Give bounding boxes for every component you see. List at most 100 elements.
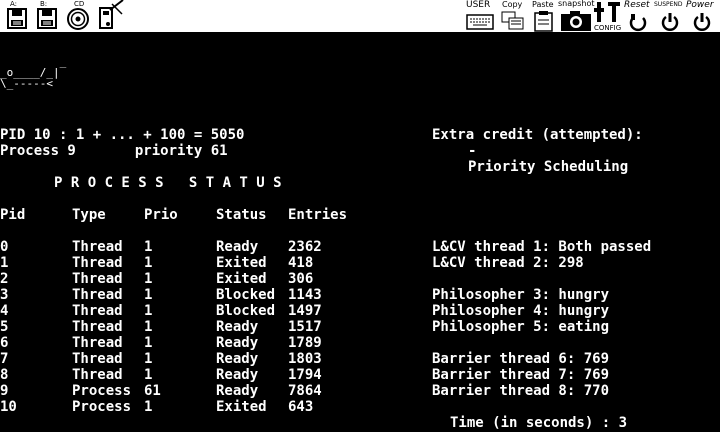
usb-icon bbox=[99, 0, 124, 29]
cell-pid: 7 bbox=[0, 351, 9, 367]
cell-status: Ready bbox=[216, 239, 259, 255]
cell-status: Blocked bbox=[216, 303, 276, 319]
reset-label: Reset bbox=[624, 0, 650, 10]
column-header-status: Status bbox=[216, 207, 267, 223]
cell-status: Ready bbox=[216, 351, 259, 367]
cell-entries: 7864 bbox=[288, 383, 322, 399]
cdrom-label: CD bbox=[74, 0, 85, 8]
ascii-logo-line-3: \_-----< bbox=[0, 77, 53, 90]
extra-credit-title: Extra credit (attempted): bbox=[432, 127, 643, 143]
cell-prio: 1 bbox=[144, 287, 153, 303]
reset-icon bbox=[629, 14, 647, 32]
cell-status: Ready bbox=[216, 383, 259, 399]
power-label: Power bbox=[686, 0, 714, 10]
priority-line: Process 9 priority 61 bbox=[0, 143, 228, 159]
power-icon bbox=[693, 13, 711, 31]
cell-prio: 1 bbox=[144, 271, 153, 287]
copy-label: Copy bbox=[502, 0, 523, 9]
thread-status-line: Barrier thread 6: 769 bbox=[432, 351, 610, 367]
thread-status-line: L&CV thread 2: 298 bbox=[432, 255, 584, 271]
user-label: USER bbox=[466, 0, 491, 10]
cell-status: Ready bbox=[216, 367, 259, 383]
cell-type: Thread bbox=[72, 239, 123, 255]
cell-type: Thread bbox=[72, 367, 123, 383]
column-header-type: Type bbox=[72, 207, 106, 223]
cell-prio: 1 bbox=[144, 335, 153, 351]
cell-type: Thread bbox=[72, 271, 123, 287]
cell-entries: 1794 bbox=[288, 367, 322, 383]
cdrom-icon bbox=[67, 8, 89, 30]
process-status-title: P R O C E S S S T A T U S bbox=[54, 175, 282, 191]
thread-status-line: Barrier thread 7: 769 bbox=[432, 367, 610, 383]
copy-button[interactable]: Copy bbox=[500, 0, 528, 32]
cell-pid: 3 bbox=[0, 287, 9, 303]
column-header-pid: Pid bbox=[0, 207, 26, 223]
thread-status-line: Philosopher 3: hungry bbox=[432, 287, 610, 303]
emulator-toolbar: A: B: CD USER Copy Paste snapshot CONFIG… bbox=[0, 0, 720, 32]
thread-status-line: L&CV thread 1: Both passed bbox=[432, 239, 652, 255]
cell-pid: 4 bbox=[0, 303, 9, 319]
cell-status: Ready bbox=[216, 319, 259, 335]
snapshot-button[interactable]: snapshot bbox=[558, 0, 595, 32]
cdrom-button[interactable]: CD bbox=[66, 0, 90, 30]
cell-pid: 2 bbox=[0, 271, 9, 287]
snapshot-label: snapshot bbox=[558, 0, 595, 8]
floppy-b-label: B: bbox=[40, 0, 48, 8]
cell-type: Thread bbox=[72, 335, 123, 351]
cell-entries: 643 bbox=[288, 399, 314, 415]
cell-pid: 6 bbox=[0, 335, 9, 351]
cell-prio: 1 bbox=[144, 303, 153, 319]
elapsed-time: Time (in seconds) : 3 bbox=[450, 415, 628, 431]
power-button[interactable]: Power bbox=[686, 0, 718, 32]
floppy-b-icon bbox=[37, 8, 57, 29]
user-button[interactable]: USER bbox=[466, 0, 496, 32]
floppy-a-button[interactable]: A: bbox=[6, 0, 28, 30]
cell-type: Thread bbox=[72, 319, 123, 335]
cell-prio: 1 bbox=[144, 399, 153, 415]
paste-button[interactable]: Paste bbox=[530, 0, 558, 32]
cell-entries: 418 bbox=[288, 255, 314, 271]
suspend-button[interactable]: SUSPEND bbox=[654, 0, 684, 32]
usb-button[interactable] bbox=[96, 0, 126, 32]
thread-status-line: Philosopher 4: hungry bbox=[432, 303, 610, 319]
suspend-label: SUSPEND bbox=[654, 1, 683, 8]
cell-entries: 1497 bbox=[288, 303, 322, 319]
extra-credit-item: Priority Scheduling bbox=[468, 159, 629, 175]
cell-pid: 0 bbox=[0, 239, 9, 255]
paste-label: Paste bbox=[532, 0, 554, 9]
cell-entries: 1143 bbox=[288, 287, 322, 303]
cell-status: Ready bbox=[216, 335, 259, 351]
cell-pid: 10 bbox=[0, 399, 17, 415]
cell-type: Thread bbox=[72, 351, 123, 367]
cell-entries: 1517 bbox=[288, 319, 322, 335]
cell-status: Exited bbox=[216, 255, 267, 271]
config-icon bbox=[594, 2, 620, 22]
keyboard-icon bbox=[466, 14, 494, 30]
floppy-a-label: A: bbox=[10, 0, 18, 8]
column-header-entries: Entries bbox=[288, 207, 348, 223]
cell-pid: 9 bbox=[0, 383, 9, 399]
cell-status: Blocked bbox=[216, 287, 276, 303]
cell-prio: 1 bbox=[144, 367, 153, 383]
thread-status-line: Philosopher 5: eating bbox=[432, 319, 610, 335]
cell-prio: 1 bbox=[144, 239, 153, 255]
cell-entries: 1789 bbox=[288, 335, 322, 351]
cell-entries: 306 bbox=[288, 271, 314, 287]
cell-type: Thread bbox=[72, 303, 123, 319]
paste-icon bbox=[534, 11, 553, 32]
cell-prio: 1 bbox=[144, 255, 153, 271]
cell-pid: 8 bbox=[0, 367, 9, 383]
floppy-b-button[interactable]: B: bbox=[36, 0, 58, 30]
cell-entries: 1803 bbox=[288, 351, 322, 367]
config-button[interactable]: CONFIG bbox=[594, 0, 622, 32]
cell-pid: 5 bbox=[0, 319, 9, 335]
reset-button[interactable]: Reset bbox=[624, 0, 654, 32]
thread-status-line: Barrier thread 8: 770 bbox=[432, 383, 610, 399]
cell-type: Process bbox=[72, 383, 132, 399]
cell-entries: 2362 bbox=[288, 239, 322, 255]
cell-prio: 61 bbox=[144, 383, 161, 399]
cell-status: Exited bbox=[216, 271, 267, 287]
sum-result-line: PID 10 : 1 + ... + 100 = 5050 bbox=[0, 127, 245, 143]
suspend-icon bbox=[661, 13, 679, 31]
column-header-prio: Prio bbox=[144, 207, 178, 223]
